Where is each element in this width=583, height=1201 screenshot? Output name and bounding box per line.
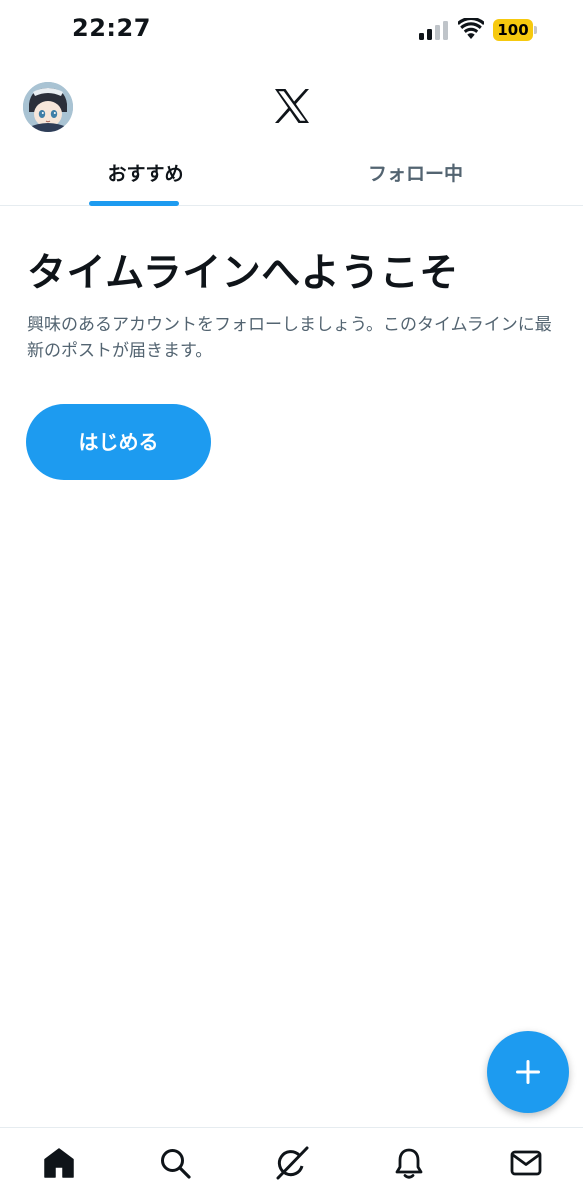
mail-icon bbox=[510, 1150, 542, 1176]
nav-search[interactable] bbox=[158, 1146, 192, 1180]
welcome-description: 興味のあるアカウントをフォローしましょう。このタイムラインに最新のポストが届きま… bbox=[27, 315, 552, 361]
tab-following-label: フォロー中 bbox=[367, 163, 463, 185]
tab-following[interactable]: フォロー中 bbox=[270, 145, 561, 205]
compose-post-button[interactable] bbox=[487, 1031, 569, 1113]
active-tab-indicator bbox=[89, 201, 179, 206]
plus-icon bbox=[516, 1060, 540, 1084]
timeline-tabs: おすすめ フォロー中 bbox=[0, 145, 583, 206]
welcome-title: タイムラインへようこそ bbox=[27, 251, 459, 296]
nav-home[interactable] bbox=[42, 1146, 76, 1180]
search-icon bbox=[161, 1149, 191, 1179]
nav-notifications[interactable] bbox=[392, 1146, 426, 1180]
status-time: 22:27 bbox=[72, 14, 151, 42]
nav-messages[interactable] bbox=[509, 1146, 543, 1180]
avatar[interactable] bbox=[23, 82, 73, 132]
x-logo-icon[interactable] bbox=[273, 88, 311, 124]
tab-recommended[interactable]: おすすめ bbox=[0, 145, 291, 206]
bell-icon bbox=[395, 1148, 423, 1179]
battery-indicator: 100 bbox=[493, 19, 537, 41]
nav-grok[interactable] bbox=[275, 1146, 309, 1180]
cellular-signal-icon bbox=[419, 21, 448, 40]
status-bar: 22:27 100 bbox=[0, 0, 583, 60]
avatar-icon bbox=[23, 82, 73, 132]
bottom-navigation bbox=[0, 1127, 583, 1201]
grok-icon bbox=[276, 1146, 309, 1180]
tab-recommended-label: おすすめ bbox=[107, 163, 184, 185]
get-started-button[interactable]: はじめる bbox=[26, 404, 211, 480]
home-icon bbox=[44, 1148, 74, 1178]
wifi-icon bbox=[458, 18, 484, 39]
